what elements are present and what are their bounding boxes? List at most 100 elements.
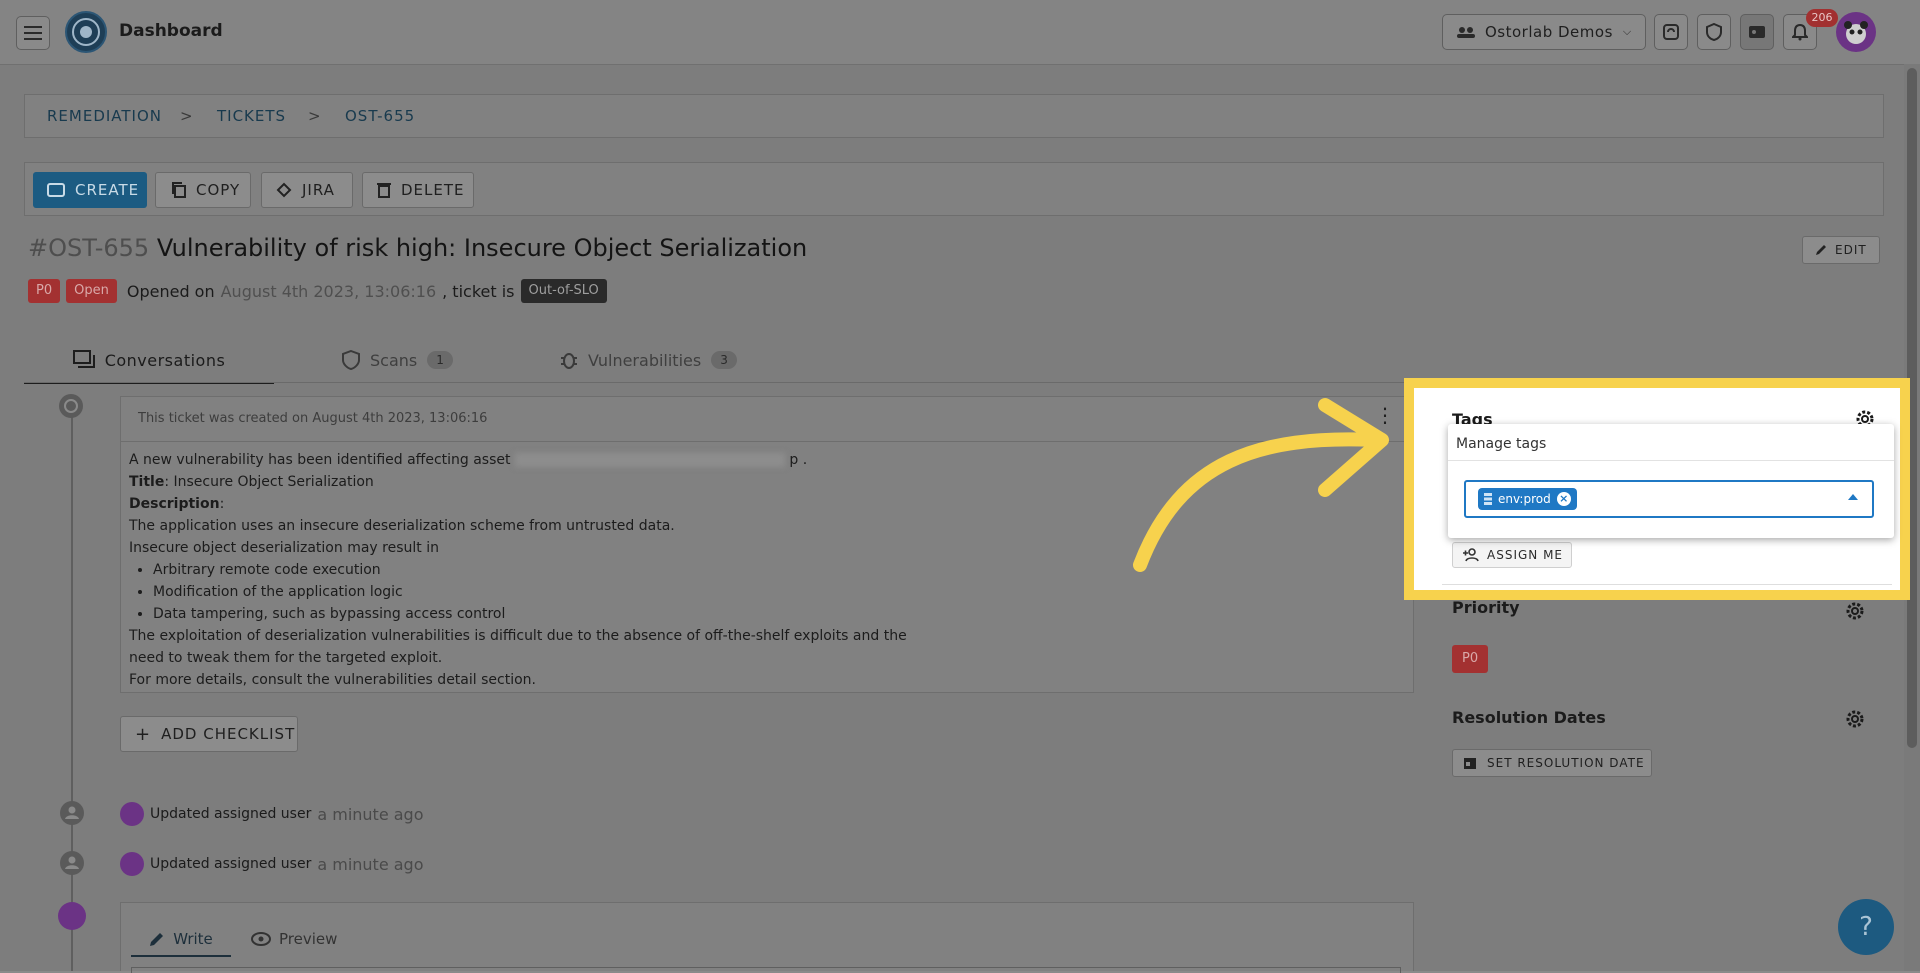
badge-button[interactable] bbox=[1740, 14, 1774, 50]
ticket-is-label: , ticket is bbox=[442, 281, 515, 301]
tab-label: Conversations bbox=[104, 350, 226, 370]
popover-divider bbox=[1448, 460, 1894, 461]
breadcrumb-tickets[interactable]: TICKETS bbox=[217, 107, 286, 125]
help-label: ? bbox=[1859, 912, 1873, 942]
group-icon bbox=[1457, 27, 1475, 38]
event-item: Updated assigned user a minute ago bbox=[120, 802, 424, 826]
title-label: Title bbox=[129, 474, 165, 490]
event-time: a minute ago bbox=[317, 854, 424, 874]
tabs-divider bbox=[24, 382, 1412, 383]
priority-chip: P0 bbox=[28, 279, 61, 303]
security-button[interactable] bbox=[1697, 14, 1731, 50]
person-icon bbox=[65, 856, 79, 869]
tab-label: Vulnerabilities bbox=[588, 350, 702, 370]
user-avatar bbox=[120, 852, 144, 876]
tab-vulnerabilities[interactable]: Vulnerabilities 3 bbox=[560, 338, 737, 382]
breadcrumb: REMEDIATION > TICKETS > OST-655 bbox=[24, 94, 1884, 138]
eye-icon bbox=[251, 932, 271, 946]
ostorlab-logo[interactable] bbox=[65, 11, 107, 53]
opened-date: August 4th 2023, 13:06:16 bbox=[220, 281, 437, 301]
shield-icon bbox=[342, 350, 360, 370]
copy-label: COPY bbox=[196, 181, 241, 199]
org-selector[interactable]: Ostorlab Demos ⌵ bbox=[1442, 14, 1646, 50]
tab-scans[interactable]: Scans 1 bbox=[342, 338, 453, 382]
description-line: need to tweak them for the targeted expl… bbox=[129, 650, 443, 666]
list-item: Modification of the application logic bbox=[153, 581, 1399, 603]
priority-settings-button[interactable] bbox=[1844, 600, 1866, 626]
notification-count-badge: 206 bbox=[1806, 9, 1838, 27]
copy-button[interactable]: COPY bbox=[155, 172, 251, 208]
tab-write[interactable]: Write bbox=[131, 923, 231, 957]
tab-count-badge: 1 bbox=[427, 351, 453, 369]
tab-label: Scans bbox=[370, 350, 418, 370]
tags-select[interactable]: env:prod × bbox=[1464, 480, 1874, 518]
tab-preview[interactable]: Preview bbox=[251, 923, 337, 955]
add-checklist-button[interactable]: + ADD CHECKLIST bbox=[120, 716, 298, 752]
intro-text: A new vulnerability has been identified … bbox=[129, 452, 511, 468]
event-text: Updated assigned user bbox=[150, 856, 312, 872]
jira-button[interactable]: JIRA bbox=[261, 172, 353, 208]
sync-button[interactable] bbox=[1654, 14, 1688, 50]
set-resolution-label: SET RESOLUTION DATE bbox=[1487, 756, 1645, 770]
breadcrumb-remediation[interactable]: REMEDIATION bbox=[47, 107, 162, 125]
timeline-created-dot bbox=[59, 394, 83, 418]
chevron-up-icon[interactable] bbox=[1848, 494, 1858, 500]
description-line: The exploitation of deserialization vuln… bbox=[129, 628, 907, 644]
person-icon bbox=[65, 806, 79, 819]
comment-textarea[interactable] bbox=[131, 967, 1401, 973]
menu-icon bbox=[24, 26, 42, 40]
jira-icon bbox=[276, 182, 292, 198]
jira-label: JIRA bbox=[302, 181, 335, 199]
tag-chip: env:prod × bbox=[1478, 488, 1577, 510]
remove-tag-icon[interactable]: × bbox=[1556, 492, 1571, 506]
opened-label: Opened on bbox=[126, 281, 215, 301]
person-add-icon bbox=[1463, 548, 1479, 562]
ticket-meta: P0 Open Opened on August 4th 2023, 13:06… bbox=[28, 279, 607, 303]
comment-editor: Write Preview bbox=[120, 902, 1414, 973]
pointer-arrow-icon bbox=[1133, 398, 1389, 572]
blurred-asset bbox=[514, 453, 785, 467]
bug-icon bbox=[561, 353, 577, 369]
sync-icon bbox=[1663, 24, 1679, 40]
manage-tags-popover: Manage tags env:prod × bbox=[1448, 424, 1894, 538]
tab-conversations[interactable]: Conversations bbox=[24, 338, 274, 384]
tag-icon bbox=[1484, 493, 1492, 505]
user-avatar bbox=[120, 802, 144, 826]
assign-me-button[interactable]: ASSIGN ME bbox=[1452, 542, 1572, 568]
event-time: a minute ago bbox=[317, 804, 424, 824]
ticket-title: Vulnerability of risk high: Insecure Obj… bbox=[156, 234, 808, 262]
help-button[interactable]: ? bbox=[1838, 899, 1894, 955]
avatar[interactable] bbox=[1836, 12, 1876, 52]
pencil-icon bbox=[150, 933, 164, 946]
pencil-icon bbox=[1816, 245, 1826, 255]
org-name: Ostorlab Demos bbox=[1485, 23, 1613, 41]
breadcrumb-current: OST-655 bbox=[345, 107, 416, 125]
event-text: Updated assigned user bbox=[150, 806, 312, 822]
gear-icon bbox=[1846, 602, 1864, 620]
resolution-settings-button[interactable] bbox=[1844, 708, 1866, 734]
page-title: Dashboard bbox=[119, 21, 223, 41]
chevron-down-icon: ⌵ bbox=[1622, 25, 1632, 38]
resolution-heading: Resolution Dates bbox=[1452, 708, 1606, 727]
edit-button[interactable]: EDIT bbox=[1802, 236, 1880, 264]
plus-icon: + bbox=[135, 723, 152, 745]
preview-label: Preview bbox=[279, 930, 338, 948]
create-button[interactable]: CREATE bbox=[33, 172, 147, 208]
manage-tags-title: Manage tags bbox=[1456, 436, 1547, 452]
create-label: CREATE bbox=[75, 181, 140, 199]
tag-chip-label: env:prod bbox=[1498, 492, 1551, 506]
tab-count-badge: 3 bbox=[711, 351, 737, 369]
top-bar: Dashboard Ostorlab Demos ⌵ 206 bbox=[0, 0, 1920, 65]
delete-button[interactable]: DELETE bbox=[362, 172, 474, 208]
intro-end: p . bbox=[789, 452, 808, 468]
timeline-line bbox=[71, 410, 73, 971]
shield-icon bbox=[1706, 23, 1722, 41]
set-resolution-date-button[interactable]: SET RESOLUTION DATE bbox=[1452, 749, 1652, 777]
description-label: Description bbox=[129, 496, 220, 512]
menu-button[interactable] bbox=[16, 16, 50, 50]
created-note: This ticket was created on August 4th 20… bbox=[138, 411, 488, 426]
description-line: For more details, consult the vulnerabil… bbox=[129, 672, 536, 688]
ticket-toolbar: CREATE COPY JIRA DELETE bbox=[24, 162, 1884, 216]
assign-me-label: ASSIGN ME bbox=[1487, 548, 1564, 562]
trash-icon bbox=[377, 183, 391, 198]
